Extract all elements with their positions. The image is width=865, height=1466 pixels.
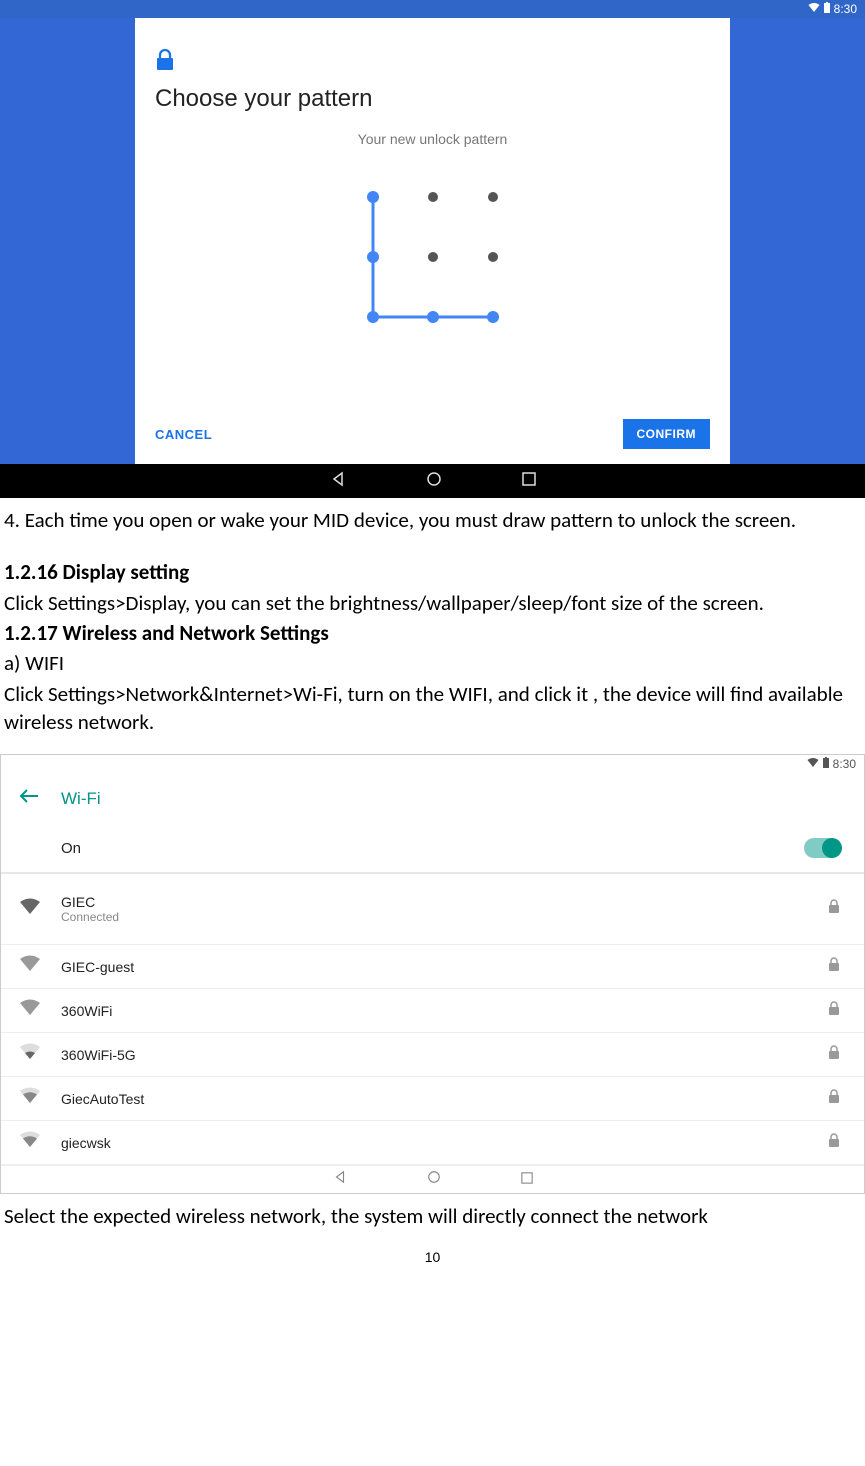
wifi-header: Wi-Fi	[1, 773, 864, 824]
doc-p2: Click Settings>Display, you can set the …	[4, 589, 861, 617]
wifi-network-item[interactable]: GIEC-guest	[1, 945, 864, 989]
wifi-name: 360WiFi-5G	[61, 1047, 828, 1063]
pattern-lock-screenshot: 8:30 Choose your pattern Your new unlock…	[0, 0, 865, 498]
document-body-2: Select the expected wireless network, th…	[0, 1194, 865, 1230]
wifi-info: GIEC Connected	[61, 894, 828, 924]
home-icon[interactable]	[426, 471, 442, 492]
wifi-network-item[interactable]: GiecAutoTest	[1, 1077, 864, 1121]
wifi-status-icon	[808, 2, 820, 16]
wifi-signal-icon	[19, 955, 43, 978]
wifi-signal-icon	[19, 1087, 43, 1110]
doc-p4: Click Settings>Network&Internet>Wi-Fi, t…	[4, 680, 861, 737]
wifi-signal-icon	[19, 1043, 43, 1066]
pattern-card: Choose your pattern Your new unlock patt…	[135, 18, 730, 464]
wifi-toggle-row: On	[1, 824, 864, 874]
lock-icon	[155, 48, 710, 77]
nav-bar	[0, 464, 865, 498]
doc-h1: 1.2.16 Display setting	[4, 559, 189, 585]
lock-icon	[828, 1001, 840, 1021]
wifi-name: 360WiFi	[61, 1003, 828, 1019]
back-icon[interactable]	[330, 471, 346, 492]
wifi-signal-icon	[19, 898, 43, 921]
wifi-network-item[interactable]: 360WiFi-5G	[1, 1033, 864, 1077]
wifi-status-icon-2	[807, 757, 819, 771]
wifi-network-item[interactable]: GIEC Connected	[1, 874, 864, 945]
card-footer: CANCEL CONFIRM	[155, 419, 710, 449]
battery-icon	[824, 2, 830, 16]
lock-icon	[828, 1089, 840, 1109]
wifi-signal-icon	[19, 999, 43, 1022]
recent-icon[interactable]	[521, 1171, 533, 1189]
status-time-2: 8:30	[833, 757, 856, 771]
wifi-network-item[interactable]: 360WiFi	[1, 989, 864, 1033]
wifi-settings-screenshot: 8:30 Wi-Fi On GIEC Connected GIE	[0, 754, 865, 1194]
pattern-grid[interactable]	[343, 167, 523, 347]
wifi-toggle-switch[interactable]	[804, 838, 840, 858]
pattern-subtitle: Your new unlock pattern	[155, 131, 710, 147]
status-bar-2: 8:30	[1, 755, 864, 773]
recent-icon[interactable]	[522, 472, 536, 491]
doc-p3: a) WIFI	[4, 649, 861, 677]
back-arrow-icon[interactable]	[19, 787, 39, 810]
battery-icon-2	[823, 757, 829, 771]
home-icon[interactable]	[427, 1170, 441, 1189]
wifi-network-item[interactable]: giecwsk	[1, 1121, 864, 1165]
cancel-button[interactable]: CANCEL	[155, 427, 212, 442]
doc-p5: Select the expected wireless network, th…	[4, 1202, 861, 1230]
pattern-screen-bg: Choose your pattern Your new unlock patt…	[0, 18, 865, 464]
doc-h2: 1.2.17 Wireless and Network Settings	[4, 620, 329, 646]
wifi-signal-icon	[19, 1131, 43, 1154]
wifi-page-title: Wi-Fi	[61, 789, 101, 809]
document-body: 4. Each time you open or wake your MID d…	[0, 498, 865, 736]
lock-icon	[828, 957, 840, 977]
page-number: 10	[0, 1249, 865, 1275]
status-bar: 8:30	[0, 0, 865, 18]
wifi-name: GIEC-guest	[61, 959, 828, 975]
wifi-list: GIEC Connected GIEC-guest 360WiFi	[1, 874, 864, 1165]
pattern-title: Choose your pattern	[155, 85, 710, 113]
doc-p1: 4. Each time you open or wake your MID d…	[4, 506, 861, 534]
nav-bar-2	[1, 1165, 864, 1193]
wifi-status: Connected	[61, 910, 828, 924]
back-icon[interactable]	[333, 1170, 347, 1189]
lock-icon	[828, 899, 840, 919]
wifi-name: GIEC	[61, 894, 828, 910]
wifi-toggle-label: On	[61, 840, 81, 857]
lock-icon	[828, 1133, 840, 1153]
wifi-name: GiecAutoTest	[61, 1091, 828, 1107]
confirm-button[interactable]: CONFIRM	[623, 419, 711, 449]
status-time: 8:30	[834, 2, 857, 16]
lock-icon	[828, 1045, 840, 1065]
wifi-name: giecwsk	[61, 1135, 828, 1151]
